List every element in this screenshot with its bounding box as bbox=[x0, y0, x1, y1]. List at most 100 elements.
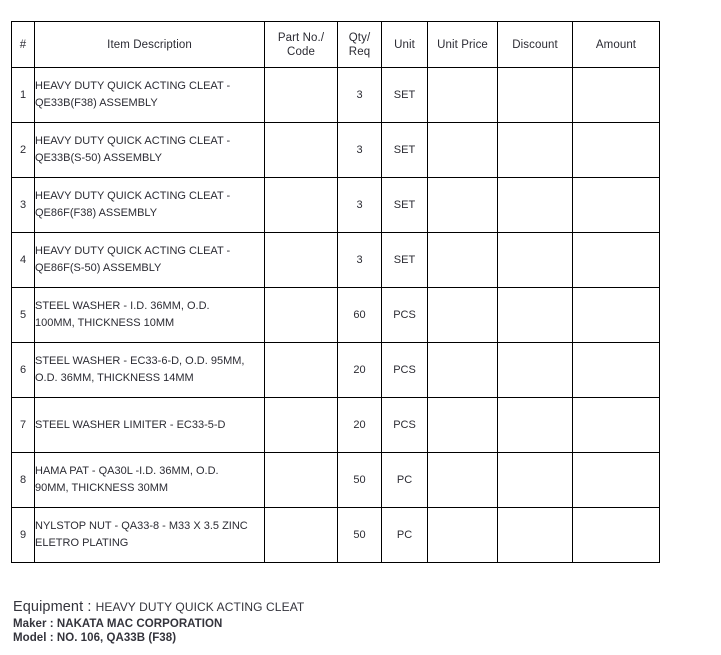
cell-qty: 3 bbox=[337, 67, 382, 123]
equipment-line: Equipment : HEAVY DUTY QUICK ACTING CLEA… bbox=[13, 597, 703, 617]
cell-amount bbox=[572, 232, 660, 288]
cell-index: 8 bbox=[11, 452, 35, 508]
cell-item-description-line1: HAMA PAT - QA30L -I.D. 36MM, O.D. bbox=[35, 465, 219, 477]
column-header-index-label: # bbox=[19, 38, 27, 51]
model-line: Model : NO. 106, QA33B (F38) bbox=[13, 632, 177, 644]
cell-qty: 20 bbox=[337, 397, 382, 453]
cell-item-description-line2: ELETRO PLATING bbox=[35, 537, 129, 549]
cell-amount bbox=[572, 342, 660, 398]
cell-unit: PC bbox=[381, 452, 428, 508]
equipment-value: HEAVY DUTY QUICK ACTING CLEAT bbox=[95, 600, 305, 614]
cell-index: 9 bbox=[11, 507, 35, 563]
cell-item-description: NYLSTOP NUT - QA33-8 - M33 X 3.5 ZINC ELE… bbox=[34, 507, 265, 563]
cell-item-description: HAMA PAT - QA30L -I.D. 36MM, O.D. 90MM, T… bbox=[34, 452, 265, 508]
cell-item-description: STEEL WASHER - I.D. 36MM, O.D. 100MM, THI… bbox=[34, 287, 265, 343]
cell-item-description-line1: STEEL WASHER - EC33-6-D, O.D. 95MM, bbox=[35, 355, 245, 367]
table-row: 9 NYLSTOP NUT - QA33-8 - M33 X 3.5 ZINC EL… bbox=[11, 507, 660, 563]
cell-item-description-line1: NYLSTOP NUT - QA33-8 - M33 X 3.5 ZINC bbox=[35, 520, 248, 532]
cell-unit: PC bbox=[381, 507, 428, 563]
cell-part-no bbox=[264, 177, 338, 233]
cell-unit: PCS bbox=[381, 342, 428, 398]
cell-item-description-line2: QE33B(F38) ASSEMBLY bbox=[35, 97, 158, 109]
cell-unit-price bbox=[427, 287, 498, 343]
cell-unit-price bbox=[427, 507, 498, 563]
cell-part-no bbox=[264, 232, 338, 288]
cell-item-description-line2: QE86F(S-50) ASSEMBLY bbox=[35, 262, 162, 274]
cell-amount bbox=[572, 397, 660, 453]
cell-unit-price bbox=[427, 397, 498, 453]
column-header-index: # bbox=[11, 21, 35, 68]
maker-line: Maker : NAKATA MAC CORPORATION bbox=[13, 618, 223, 630]
column-header-unit-label: Unit bbox=[394, 38, 415, 51]
cell-item-description: HEAVY DUTY QUICK ACTING CLEAT - QE86F(F38… bbox=[34, 177, 265, 233]
items-table-container: # Item Description Part No./ Code Qty/ R… bbox=[11, 21, 660, 563]
cell-qty: 60 bbox=[337, 287, 382, 343]
cell-part-no bbox=[264, 397, 338, 453]
table-row: 6 STEEL WASHER - EC33-6-D, O.D. 95MM, O.D.… bbox=[11, 342, 660, 398]
column-header-part-no-code-line2: Code bbox=[287, 45, 315, 58]
cell-index: 3 bbox=[11, 177, 35, 233]
table-row: 3 HEAVY DUTY QUICK ACTING CLEAT - QE86F(F3… bbox=[11, 177, 660, 233]
cell-qty: 50 bbox=[337, 507, 382, 563]
document-page: # Item Description Part No./ Code Qty/ R… bbox=[0, 0, 721, 655]
cell-amount bbox=[572, 287, 660, 343]
cell-unit-price bbox=[427, 342, 498, 398]
column-header-unit-price-label: Unit Price bbox=[437, 38, 488, 51]
column-header-amount: Amount bbox=[572, 21, 660, 68]
cell-unit: PCS bbox=[381, 397, 428, 453]
cell-discount bbox=[497, 397, 573, 453]
cell-part-no bbox=[264, 287, 338, 343]
cell-unit-price bbox=[427, 452, 498, 508]
cell-item-description-line2: QE86F(F38) ASSEMBLY bbox=[35, 207, 158, 219]
items-table-body: 1 HEAVY DUTY QUICK ACTING CLEAT - QE33B(F3… bbox=[11, 67, 660, 563]
equipment-label: Equipment : bbox=[13, 599, 96, 615]
cell-unit: SET bbox=[381, 67, 428, 123]
table-row: 1 HEAVY DUTY QUICK ACTING CLEAT - QE33B(F3… bbox=[11, 67, 660, 123]
column-header-discount: Discount bbox=[497, 21, 573, 68]
cell-discount bbox=[497, 177, 573, 233]
cell-unit-price bbox=[427, 177, 498, 233]
column-header-amount-label: Amount bbox=[595, 38, 637, 51]
cell-item-description: STEEL WASHER LIMITER - EC33-5-D bbox=[34, 397, 265, 453]
cell-discount bbox=[497, 67, 573, 123]
cell-unit: SET bbox=[381, 122, 428, 178]
cell-item-description-line1: STEEL WASHER LIMITER - EC33-5-D bbox=[35, 418, 226, 431]
cell-unit-price bbox=[427, 232, 498, 288]
cell-item-description: HEAVY DUTY QUICK ACTING CLEAT - QE33B(S-5… bbox=[34, 122, 265, 178]
column-header-unit-price: Unit Price bbox=[427, 21, 498, 68]
cell-qty: 3 bbox=[337, 177, 382, 233]
table-row: 5 STEEL WASHER - I.D. 36MM, O.D. 100MM, TH… bbox=[11, 287, 660, 343]
cell-index: 1 bbox=[11, 67, 35, 123]
cell-item-description-line2: O.D. 36MM, THICKNESS 14MM bbox=[35, 372, 194, 384]
cell-item-description: HEAVY DUTY QUICK ACTING CLEAT - QE33B(F38… bbox=[34, 67, 265, 123]
column-header-part-no-code: Part No./ Code bbox=[264, 21, 338, 68]
cell-part-no bbox=[264, 452, 338, 508]
cell-amount bbox=[572, 122, 660, 178]
table-row: 8 HAMA PAT - QA30L -I.D. 36MM, O.D. 90MM, … bbox=[11, 452, 660, 508]
cell-amount bbox=[572, 177, 660, 233]
items-table-header: # Item Description Part No./ Code Qty/ R… bbox=[11, 21, 660, 68]
cell-qty: 50 bbox=[337, 452, 382, 508]
cell-unit: SET bbox=[381, 232, 428, 288]
cell-qty: 3 bbox=[337, 122, 382, 178]
column-header-unit: Unit bbox=[381, 21, 428, 68]
cell-item-description-line1: HEAVY DUTY QUICK ACTING CLEAT - bbox=[35, 80, 231, 92]
cell-part-no bbox=[264, 507, 338, 563]
cell-discount bbox=[497, 232, 573, 288]
cell-item-description-line1: HEAVY DUTY QUICK ACTING CLEAT - bbox=[35, 190, 231, 202]
cell-item-description-line1: HEAVY DUTY QUICK ACTING CLEAT - bbox=[35, 135, 231, 147]
cell-unit-price bbox=[427, 122, 498, 178]
cell-discount bbox=[497, 122, 573, 178]
items-table: # Item Description Part No./ Code Qty/ R… bbox=[11, 21, 660, 563]
cell-item-description: STEEL WASHER - EC33-6-D, O.D. 95MM, O.D. … bbox=[34, 342, 265, 398]
table-row: 7 STEEL WASHER LIMITER - EC33-5-D 20 PCS bbox=[11, 397, 660, 453]
cell-amount bbox=[572, 67, 660, 123]
cell-unit: PCS bbox=[381, 287, 428, 343]
cell-item-description-line2: 90MM, THICKNESS 30MM bbox=[35, 482, 169, 494]
header-row: # Item Description Part No./ Code Qty/ R… bbox=[11, 21, 660, 68]
cell-index: 4 bbox=[11, 232, 35, 288]
cell-discount bbox=[497, 452, 573, 508]
cell-discount bbox=[497, 342, 573, 398]
cell-index: 7 bbox=[11, 397, 35, 453]
cell-discount bbox=[497, 507, 573, 563]
